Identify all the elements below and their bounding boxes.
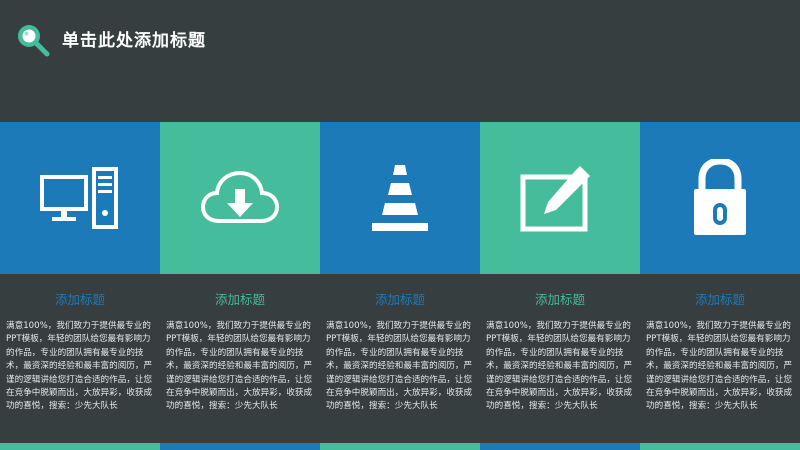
computer-icon xyxy=(40,167,118,229)
column-title[interactable]: 添加标题 xyxy=(6,290,154,310)
column-2: 添加标题 满意100%，我们致力于提供最专业的PPT模板，年轻的团队给您最有影响… xyxy=(160,290,320,414)
footer-segment xyxy=(480,443,640,450)
tile-traffic-cone xyxy=(320,122,480,274)
footer-segment xyxy=(0,443,160,450)
cloud-download-icon xyxy=(201,170,279,223)
footer-strip xyxy=(0,443,800,450)
footer-segment xyxy=(320,443,480,450)
slide-title[interactable]: 单击此处添加标题 xyxy=(62,26,206,51)
tile-edit xyxy=(480,122,640,274)
column-body[interactable]: 满意100%，我们致力于提供最专业的PPT模板，年轻的团队给您最有影响力的作品，… xyxy=(166,320,314,414)
padlock-icon xyxy=(694,159,746,235)
column-title[interactable]: 添加标题 xyxy=(166,290,314,310)
column-4: 添加标题 满意100%，我们致力于提供最专业的PPT模板，年轻的团队给您最有影响… xyxy=(480,290,640,414)
column-body[interactable]: 满意100%，我们致力于提供最专业的PPT模板，年轻的团队给您最有影响力的作品，… xyxy=(326,320,474,414)
column-title[interactable]: 添加标题 xyxy=(646,290,794,310)
text-columns: 添加标题 满意100%，我们致力于提供最专业的PPT模板，年轻的团队给您最有影响… xyxy=(0,290,800,414)
tile-padlock xyxy=(640,122,800,274)
tile-computer xyxy=(0,122,160,274)
slide-header: 单击此处添加标题 xyxy=(0,0,800,78)
column-title[interactable]: 添加标题 xyxy=(326,290,474,310)
column-3: 添加标题 满意100%，我们致力于提供最专业的PPT模板，年轻的团队给您最有影响… xyxy=(320,290,480,414)
column-body[interactable]: 满意100%，我们致力于提供最专业的PPT模板，年轻的团队给您最有影响力的作品，… xyxy=(646,320,794,414)
traffic-cone-icon xyxy=(372,165,428,231)
column-title[interactable]: 添加标题 xyxy=(486,290,634,310)
column-1: 添加标题 满意100%，我们致力于提供最专业的PPT模板，年轻的团队给您最有影响… xyxy=(0,290,160,414)
footer-segment xyxy=(640,443,800,450)
column-body[interactable]: 满意100%，我们致力于提供最专业的PPT模板，年轻的团队给您最有影响力的作品，… xyxy=(6,320,154,414)
footer-segment xyxy=(160,443,320,450)
edit-pencil-icon xyxy=(520,166,590,232)
icon-band xyxy=(0,122,800,274)
column-5: 添加标题 满意100%，我们致力于提供最专业的PPT模板，年轻的团队给您最有影响… xyxy=(640,290,800,414)
column-body[interactable]: 满意100%，我们致力于提供最专业的PPT模板，年轻的团队给您最有影响力的作品，… xyxy=(486,320,634,414)
tile-cloud-download xyxy=(160,122,320,274)
magnifier-icon xyxy=(18,25,50,57)
